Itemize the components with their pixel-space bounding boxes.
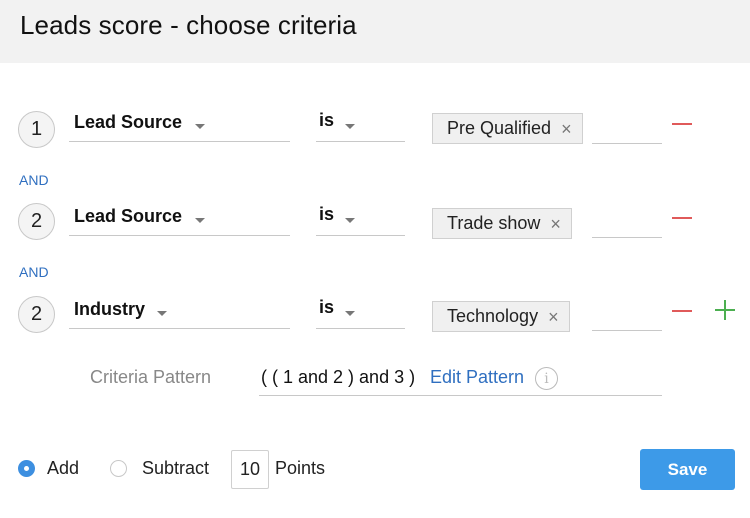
edit-pattern-link[interactable]: Edit Pattern [430, 367, 524, 388]
field-select-value: Lead Source [74, 112, 183, 132]
chevron-down-icon [195, 124, 205, 129]
remove-chip-icon[interactable]: × [548, 308, 559, 326]
field-select[interactable]: Lead Source [69, 108, 290, 142]
and-connector: AND [19, 172, 49, 188]
criteria-number: 2 [18, 203, 55, 240]
criteria-row-3: 2 Industry is Technology × [0, 295, 750, 345]
value-input[interactable] [592, 297, 662, 331]
value-chip-label: Trade show [447, 213, 541, 233]
operator-select-value: is [319, 204, 335, 224]
value-input[interactable] [592, 110, 662, 144]
operator-select[interactable]: is [316, 202, 405, 236]
value-chip: Trade show × [432, 208, 572, 239]
points-input[interactable]: 10 [231, 450, 269, 489]
subtract-radio[interactable] [110, 460, 127, 477]
save-button[interactable]: Save [640, 449, 735, 490]
value-chip-label: Pre Qualified [447, 118, 552, 138]
criteria-pattern-value: ( ( 1 and 2 ) and 3 ) [261, 367, 416, 387]
plus-icon[interactable] [715, 300, 735, 320]
operator-select[interactable]: is [316, 108, 405, 142]
operator-select[interactable]: is [316, 295, 405, 329]
field-select-value: Lead Source [74, 206, 183, 226]
chevron-down-icon [345, 218, 355, 223]
criteria-row-1: 1 Lead Source is Pre Qualified × [0, 108, 750, 158]
field-select-value: Industry [74, 299, 146, 319]
value-chip: Pre Qualified × [432, 113, 583, 144]
chevron-down-icon [157, 311, 167, 316]
criteria-pattern-label: Criteria Pattern [90, 367, 212, 387]
value-input[interactable] [592, 204, 662, 238]
subtract-radio-label[interactable]: Subtract [142, 458, 209, 479]
add-radio-label[interactable]: Add [47, 458, 79, 479]
chevron-down-icon [195, 218, 205, 223]
remove-chip-icon[interactable]: × [561, 120, 572, 138]
chevron-down-icon [345, 311, 355, 316]
minus-icon[interactable] [672, 310, 692, 312]
add-radio[interactable] [18, 460, 35, 477]
remove-chip-icon[interactable]: × [550, 215, 561, 233]
criteria-pattern-field: ( ( 1 and 2 ) and 3 ) Edit Pattern i [259, 362, 662, 396]
and-connector: AND [19, 264, 49, 280]
page-header: Leads score - choose criteria [0, 0, 750, 63]
criteria-number: 2 [18, 296, 55, 333]
criteria-number: 1 [18, 111, 55, 148]
minus-icon[interactable] [672, 217, 692, 219]
value-chip-label: Technology [447, 306, 539, 326]
points-label: Points [275, 458, 326, 478]
operator-select-value: is [319, 297, 335, 317]
operator-select-value: is [319, 110, 335, 130]
info-icon[interactable]: i [535, 367, 558, 390]
page-title: Leads score - choose criteria [20, 10, 357, 40]
criteria-row-2: 2 Lead Source is Trade show × [0, 202, 750, 252]
chevron-down-icon [345, 124, 355, 129]
value-chip: Technology × [432, 301, 570, 332]
field-select[interactable]: Industry [69, 295, 290, 329]
field-select[interactable]: Lead Source [69, 202, 290, 236]
minus-icon[interactable] [672, 123, 692, 125]
